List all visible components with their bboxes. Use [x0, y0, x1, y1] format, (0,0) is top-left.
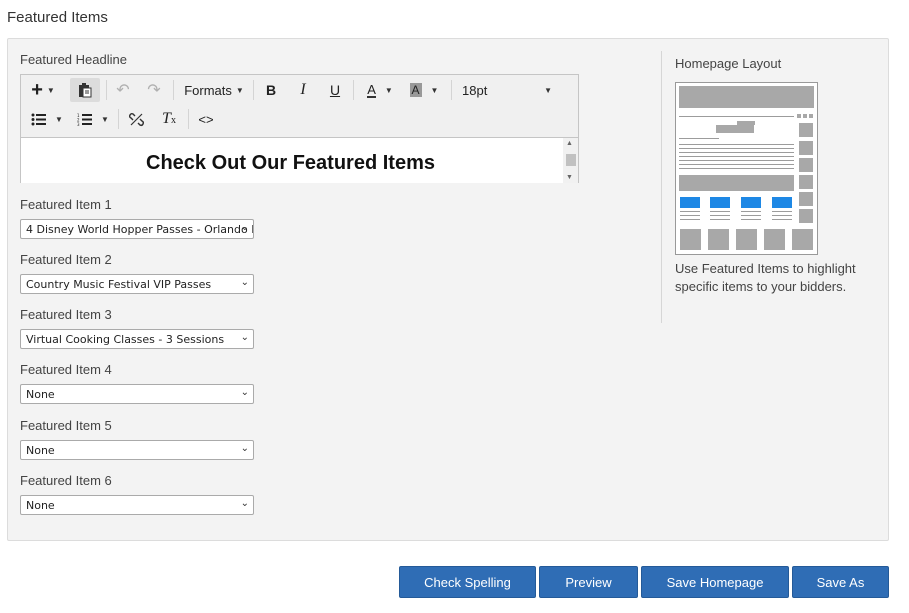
featured-item-4-value: None — [26, 388, 55, 401]
background-color-button[interactable]: A ▼ — [405, 78, 443, 102]
chevron-down-icon: ▼ — [55, 114, 63, 124]
numbered-list-icon: 1 2 3 — [77, 113, 93, 126]
italic-button[interactable]: I — [291, 78, 315, 102]
featured-item-1-value: 4 Disney World Hopper Passes - Orlando F… — [26, 223, 254, 236]
font-size-dropdown[interactable]: 18pt ▼ — [457, 78, 557, 102]
featured-item-5-value: None — [26, 444, 55, 457]
toolbar-separator — [188, 109, 189, 129]
undo-button[interactable]: ↶ — [111, 78, 135, 102]
bullet-list-icon — [31, 113, 47, 125]
featured-item-1-label: Featured Item 1 — [20, 197, 112, 212]
chevron-down-icon: ▼ — [235, 85, 244, 95]
numbered-list-button[interactable]: 1 2 3 ▼ — [75, 107, 111, 131]
chevron-down-icon: ▼ — [46, 85, 55, 95]
editor-toolbar-row-2: ▼ 1 2 3 ▼ Tx <> — [21, 104, 578, 133]
toolbar-separator — [106, 80, 107, 100]
editor-scrollbar[interactable]: ▲ ▼ — [563, 138, 578, 183]
featured-item-4-select[interactable]: None ⌄ — [20, 384, 254, 404]
unlink-icon — [128, 112, 144, 126]
insert-button[interactable]: + ▼ — [26, 78, 60, 102]
editor-toolbar-row-1: + ▼ ↶ ↷ Formats ▼ B I U A ▼ A ▼ 18pt ▼ — [21, 75, 578, 104]
formats-dropdown[interactable]: Formats ▼ — [181, 78, 247, 102]
check-spelling-button[interactable]: Check Spelling — [399, 566, 536, 598]
chevron-down-icon: ⌄ — [240, 387, 249, 398]
scroll-thumb[interactable] — [566, 154, 576, 166]
chevron-down-icon: ▼ — [384, 85, 393, 95]
bold-icon: B — [265, 82, 277, 98]
featured-item-2-value: Country Music Festival VIP Passes — [26, 278, 212, 291]
headline-text[interactable]: Check Out Our Featured Items — [21, 152, 560, 175]
clear-format-icon: Tx — [162, 110, 176, 127]
featured-item-3-select[interactable]: Virtual Cooking Classes - 3 Sessions ⌄ — [20, 329, 254, 349]
underline-icon: U — [329, 82, 341, 98]
bullet-list-button[interactable]: ▼ — [29, 107, 65, 131]
featured-item-3-label: Featured Item 3 — [20, 307, 112, 322]
bold-button[interactable]: B — [259, 78, 283, 102]
save-homepage-button[interactable]: Save Homepage — [641, 566, 789, 598]
page-title: Featured Items — [7, 9, 108, 26]
featured-item-6-select[interactable]: None ⌄ — [20, 495, 254, 515]
featured-item-3-value: Virtual Cooking Classes - 3 Sessions — [26, 333, 225, 346]
svg-text:3: 3 — [77, 122, 80, 126]
italic-icon: I — [300, 81, 306, 98]
chevron-down-icon: ⌄ — [240, 222, 249, 233]
featured-item-4-label: Featured Item 4 — [20, 362, 112, 377]
chevron-down-icon: ▼ — [544, 85, 552, 95]
chevron-down-icon: ⌄ — [240, 277, 249, 288]
chevron-down-icon: ⌄ — [240, 498, 249, 509]
homepage-layout-description: Use Featured Items to highlight specific… — [675, 261, 856, 294]
toolbar-separator — [118, 109, 119, 129]
formats-label: Formats — [184, 82, 232, 98]
font-size-value: 18pt — [462, 82, 488, 98]
text-color-icon: A — [367, 81, 376, 98]
chevron-down-icon: ⌄ — [240, 443, 249, 454]
source-code-icon: <> — [198, 111, 214, 127]
toolbar-separator — [253, 80, 254, 100]
unlink-button[interactable] — [124, 107, 148, 131]
undo-icon: ↶ — [116, 82, 130, 99]
insert-icon: + — [31, 79, 43, 101]
chevron-down-icon: ▼ — [430, 85, 439, 95]
featured-item-2-select[interactable]: Country Music Festival VIP Passes ⌄ — [20, 274, 254, 294]
featured-items-panel: Featured Headline + ▼ ↶ ↷ Formats ▼ B I … — [7, 38, 889, 541]
featured-item-2-label: Featured Item 2 — [20, 252, 112, 267]
toolbar-separator — [451, 80, 452, 100]
save-as-button[interactable]: Save As — [792, 566, 889, 598]
homepage-layout-thumbnail — [675, 82, 818, 255]
text-color-button[interactable]: A ▼ — [361, 78, 399, 102]
preview-button[interactable]: Preview — [539, 566, 638, 598]
rich-text-editor: + ▼ ↶ ↷ Formats ▼ B I U A ▼ A ▼ 18pt ▼ ▼… — [20, 74, 579, 183]
featured-headline-label: Featured Headline — [20, 52, 127, 67]
source-code-button[interactable]: <> — [194, 107, 218, 131]
homepage-layout-title: Homepage Layout — [675, 56, 782, 71]
toolbar-separator — [173, 80, 174, 100]
background-color-icon: A — [409, 83, 422, 97]
paste-icon — [79, 82, 92, 97]
redo-button[interactable]: ↷ — [142, 78, 166, 102]
featured-item-5-select[interactable]: None ⌄ — [20, 440, 254, 460]
column-divider — [661, 51, 662, 323]
scroll-up-icon[interactable]: ▲ — [566, 140, 573, 147]
featured-item-1-select[interactable]: 4 Disney World Hopper Passes - Orlando F… — [20, 219, 254, 239]
chevron-down-icon: ⌄ — [240, 332, 249, 343]
clear-format-button[interactable]: Tx — [157, 107, 181, 131]
featured-item-5-label: Featured Item 5 — [20, 418, 112, 433]
featured-item-6-label: Featured Item 6 — [20, 473, 112, 488]
redo-icon: ↷ — [147, 82, 161, 99]
scroll-down-icon[interactable]: ▼ — [566, 174, 573, 181]
editor-content-area[interactable]: Check Out Our Featured Items ▲ ▼ — [21, 137, 578, 183]
toolbar-separator — [353, 80, 354, 100]
chevron-down-icon: ▼ — [101, 114, 109, 124]
paste-button[interactable] — [70, 78, 100, 102]
featured-item-6-value: None — [26, 499, 55, 512]
underline-button[interactable]: U — [323, 78, 347, 102]
